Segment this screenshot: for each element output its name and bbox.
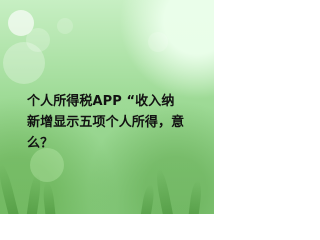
- news-thumbnail[interactable]: 个人所得税APP “收入纳 新增显示五项个人所得，意 么？: [0, 0, 214, 214]
- headline-line-2: 新增显示五项个人所得，意: [27, 115, 185, 130]
- light-bokeh: [8, 10, 34, 36]
- light-bokeh: [148, 32, 168, 52]
- grass-blade: [188, 179, 203, 214]
- grass-blade: [154, 168, 174, 214]
- light-bokeh: [57, 18, 73, 34]
- light-bokeh: [26, 28, 50, 52]
- grass-blade: [42, 181, 56, 214]
- grass-blade: [26, 173, 43, 214]
- headline[interactable]: 个人所得税APP “收入纳 新增显示五项个人所得，意 么？: [27, 91, 214, 154]
- headline-line-1: 个人所得税APP “收入纳: [27, 94, 175, 109]
- headline-line-3: 么？: [27, 136, 54, 151]
- grass-blade: [140, 183, 156, 214]
- grass-blade: [0, 162, 20, 214]
- light-bokeh: [3, 42, 45, 84]
